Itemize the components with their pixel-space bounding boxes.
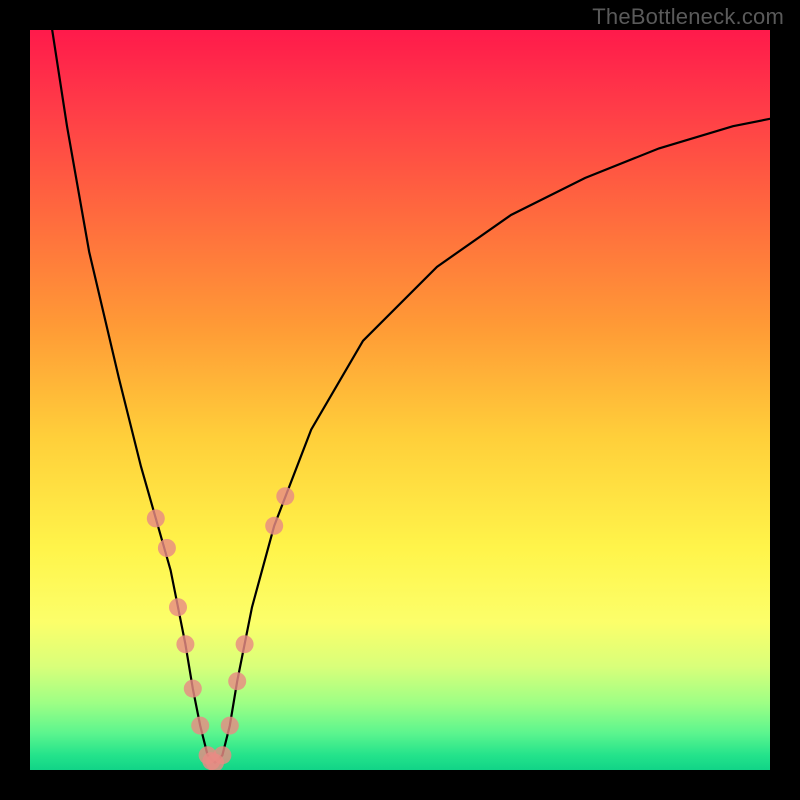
highlight-marker — [158, 539, 176, 557]
highlight-marker — [213, 746, 231, 764]
watermark-text: TheBottleneck.com — [592, 4, 784, 30]
curve-overlay — [30, 30, 770, 770]
highlight-marker — [276, 487, 294, 505]
highlight-marker — [265, 517, 283, 535]
bottleneck-curve — [52, 30, 770, 763]
highlight-marker — [221, 717, 239, 735]
chart-frame: TheBottleneck.com — [0, 0, 800, 800]
marker-group — [147, 487, 294, 770]
highlight-marker — [236, 635, 254, 653]
plot-area — [30, 30, 770, 770]
highlight-marker — [191, 717, 209, 735]
highlight-marker — [147, 509, 165, 527]
highlight-marker — [176, 635, 194, 653]
highlight-marker — [228, 672, 246, 690]
highlight-marker — [169, 598, 187, 616]
highlight-marker — [184, 680, 202, 698]
